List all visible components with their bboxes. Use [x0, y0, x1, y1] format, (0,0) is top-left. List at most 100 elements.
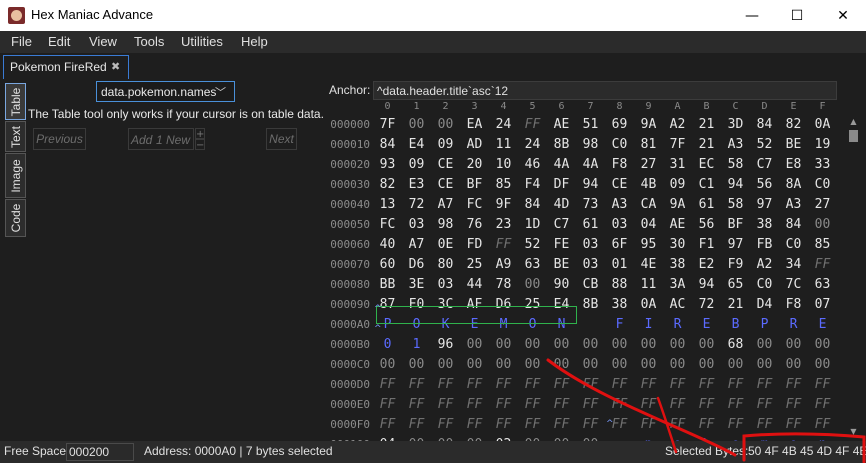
- hex-cell[interactable]: 00: [692, 355, 721, 375]
- hex-cell[interactable]: 00: [547, 355, 576, 375]
- hex-cell[interactable]: 00: [808, 335, 837, 355]
- hex-cell[interactable]: 38: [750, 215, 779, 235]
- hex-cell[interactable]: 94: [721, 175, 750, 195]
- hex-cell[interactable]: FF: [460, 395, 489, 415]
- hex-cell[interactable]: C7: [547, 215, 576, 235]
- hex-cell[interactable]: FF: [808, 415, 837, 435]
- hex-cell[interactable]: FD: [460, 235, 489, 255]
- hex-cell[interactable]: BE: [779, 135, 808, 155]
- hex-cell[interactable]: FF: [402, 395, 431, 415]
- hex-cell[interactable]: 60: [373, 255, 402, 275]
- side-tab-text[interactable]: Text: [5, 121, 26, 152]
- menu-view[interactable]: View: [89, 34, 117, 49]
- hex-cell[interactable]: FB: [750, 235, 779, 255]
- hex-cell[interactable]: 4E: [634, 255, 663, 275]
- hex-cell[interactable]: FE: [547, 235, 576, 255]
- hex-cell[interactable]: 00: [431, 115, 460, 135]
- hex-cell[interactable]: 0A: [808, 115, 837, 135]
- hex-cell[interactable]: 40: [373, 235, 402, 255]
- hex-cell[interactable]: 34: [779, 255, 808, 275]
- hex-cell[interactable]: 1D: [518, 215, 547, 235]
- hex-cell[interactable]: 00: [489, 355, 518, 375]
- hex-cell[interactable]: FF: [518, 395, 547, 415]
- hex-cell[interactable]: FF: [431, 395, 460, 415]
- menu-tools[interactable]: Tools: [134, 34, 164, 49]
- hex-cell[interactable]: 11: [634, 275, 663, 295]
- hex-cell[interactable]: FF: [692, 375, 721, 395]
- hex-cell[interactable]: FF: [373, 395, 402, 415]
- hex-cell[interactable]: C0: [605, 135, 634, 155]
- hex-cell[interactable]: AC: [663, 295, 692, 315]
- hex-cell[interactable]: 58: [721, 155, 750, 175]
- hex-cell[interactable]: 80: [431, 255, 460, 275]
- hex-cell[interactable]: 73: [576, 195, 605, 215]
- hex-cell[interactable]: 85: [808, 235, 837, 255]
- hex-cell[interactable]: FF: [750, 375, 779, 395]
- hex-cell[interactable]: FF: [518, 115, 547, 135]
- hex-cell[interactable]: FF: [373, 415, 402, 435]
- hex-cell[interactable]: BF: [460, 175, 489, 195]
- side-tab-table[interactable]: Table: [5, 83, 26, 120]
- hex-cell[interactable]: 00: [431, 355, 460, 375]
- hex-cell[interactable]: FF: [576, 415, 605, 435]
- tab-close-icon[interactable]: ✖: [111, 60, 120, 73]
- hex-cell[interactable]: 07: [808, 295, 837, 315]
- hex-cell[interactable]: 00: [402, 355, 431, 375]
- hex-cell[interactable]: FF: [547, 415, 576, 435]
- hex-cell[interactable]: 00: [605, 355, 634, 375]
- hex-cell[interactable]: A2: [663, 115, 692, 135]
- hex-cell[interactable]: C0: [779, 235, 808, 255]
- anchor-input[interactable]: ^data.header.title`asc`12: [373, 81, 837, 100]
- hex-cell[interactable]: FF: [692, 415, 721, 435]
- hex-cell[interactable]: 98: [431, 215, 460, 235]
- hex-cell[interactable]: 00: [808, 355, 837, 375]
- hex-cell[interactable]: 8B: [576, 295, 605, 315]
- hex-cell[interactable]: C0: [808, 175, 837, 195]
- hex-cell[interactable]: C1: [692, 175, 721, 195]
- hex-cell[interactable]: [576, 315, 605, 335]
- hex-cell[interactable]: 72: [692, 295, 721, 315]
- hex-cell[interactable]: 09: [402, 155, 431, 175]
- hex-cell[interactable]: FF: [808, 375, 837, 395]
- hex-cell[interactable]: 76: [460, 215, 489, 235]
- hex-cell[interactable]: D6: [402, 255, 431, 275]
- hex-cell[interactable]: 00: [576, 355, 605, 375]
- hex-cell[interactable]: FC: [373, 215, 402, 235]
- hex-cell[interactable]: 65: [721, 275, 750, 295]
- hex-cell[interactable]: 63: [808, 275, 837, 295]
- hex-cell[interactable]: 9F: [489, 195, 518, 215]
- hex-cell[interactable]: F8: [605, 155, 634, 175]
- hex-cell[interactable]: FF: [634, 415, 663, 435]
- hex-cell[interactable]: FF: [547, 395, 576, 415]
- hex-cell[interactable]: 33: [808, 155, 837, 175]
- hex-cell[interactable]: FF: [663, 395, 692, 415]
- hex-cell[interactable]: 3E: [402, 275, 431, 295]
- hex-cell[interactable]: 00: [779, 355, 808, 375]
- hex-cell[interactable]: 00: [634, 335, 663, 355]
- hex-cell[interactable]: 0A: [634, 295, 663, 315]
- table-select-dropdown[interactable]: data.pokemon.names ﹀: [96, 81, 235, 102]
- hex-cell[interactable]: 00: [750, 335, 779, 355]
- previous-button[interactable]: Previous: [33, 128, 86, 150]
- hex-cell[interactable]: 68: [721, 335, 750, 355]
- hex-cell[interactable]: 82: [779, 115, 808, 135]
- hex-cell[interactable]: P: [750, 315, 779, 335]
- menu-file[interactable]: File: [11, 34, 32, 49]
- hex-cell[interactable]: 8B: [547, 135, 576, 155]
- hex-cell[interactable]: R: [779, 315, 808, 335]
- hex-cell[interactable]: 23: [489, 215, 518, 235]
- hex-cell[interactable]: FF: [721, 415, 750, 435]
- hex-cell[interactable]: A7: [431, 195, 460, 215]
- hex-cell[interactable]: 09: [663, 175, 692, 195]
- hex-cell[interactable]: 00: [576, 335, 605, 355]
- hex-cell[interactable]: FF: [692, 395, 721, 415]
- hex-cell[interactable]: 7C: [779, 275, 808, 295]
- hex-cell[interactable]: 95: [634, 235, 663, 255]
- hex-cell[interactable]: FF: [605, 375, 634, 395]
- hex-cell[interactable]: 9A: [663, 195, 692, 215]
- hex-cell[interactable]: FF: [460, 415, 489, 435]
- hex-cell[interactable]: 56: [750, 175, 779, 195]
- hex-cell[interactable]: R: [663, 315, 692, 335]
- next-button[interactable]: Next: [266, 128, 297, 150]
- hex-cell[interactable]: CB: [576, 275, 605, 295]
